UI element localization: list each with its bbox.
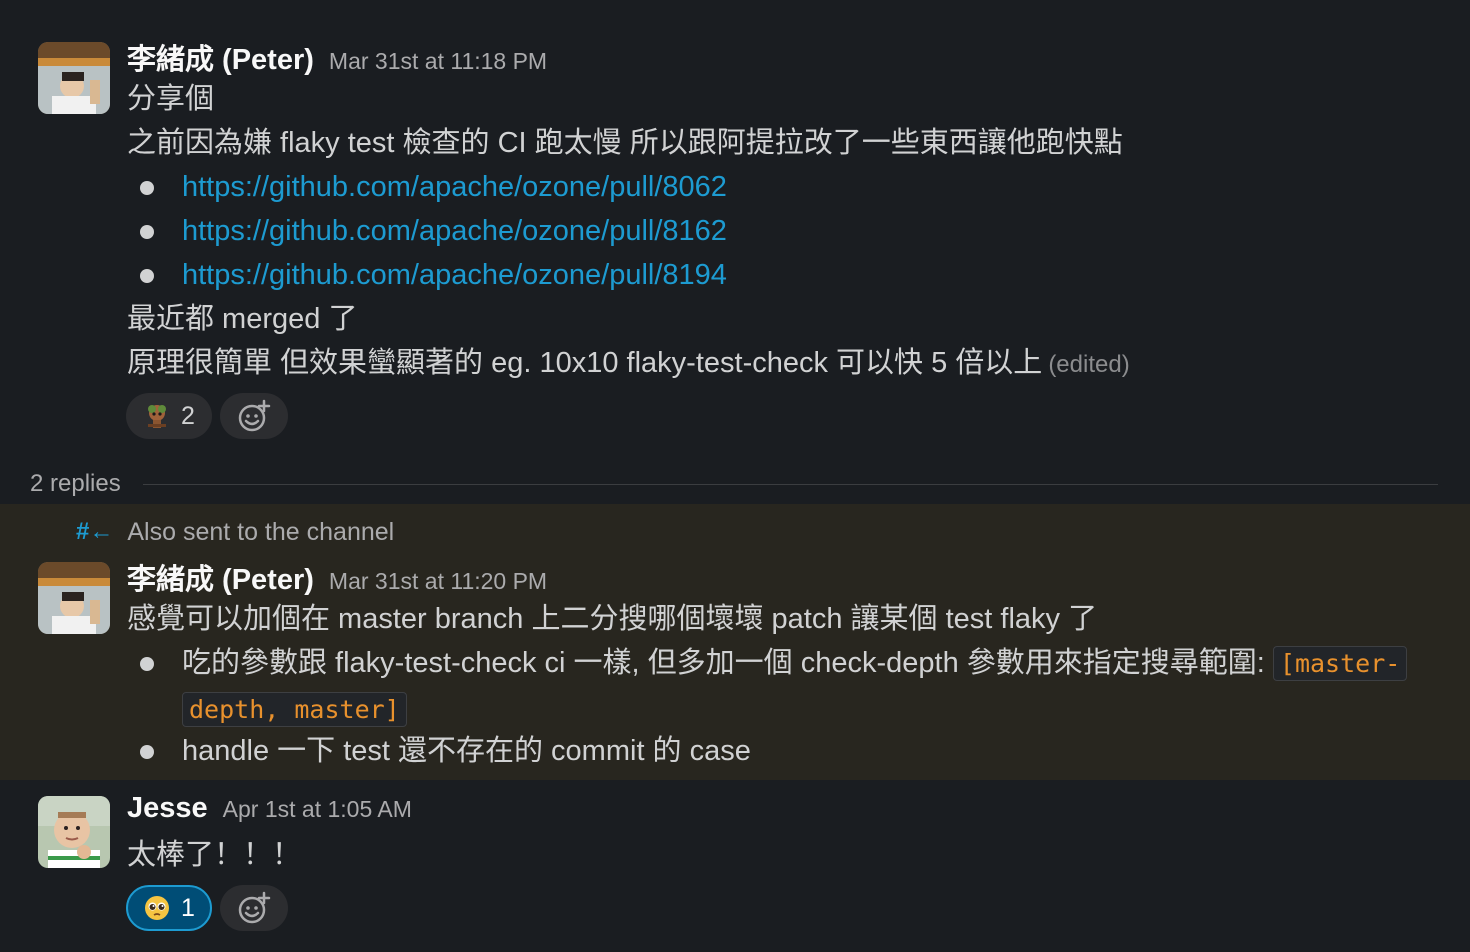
add-reaction-button[interactable] — [220, 393, 288, 439]
list-item-continuation: depth, master] — [182, 687, 407, 731]
list-item: handle 一下 test 還不存在的 commit 的 case — [182, 735, 751, 767]
list-item-text: 吃的參數跟 flaky-test-check ci 一樣, 但多加一個 chec… — [182, 647, 1265, 679]
message-text: 感覺可以加個在 master branch 上二分搜哪個壞壞 patch 讓某個… — [127, 603, 1098, 635]
inline-code: depth, master] — [182, 692, 407, 727]
add-reaction-icon — [238, 399, 271, 432]
add-reaction-icon — [238, 891, 271, 924]
bullet-marker — [140, 745, 154, 759]
list-item: https://github.com/apache/ozone/pull/819… — [182, 253, 727, 297]
message-pane: 李緒成 (Peter) Mar 31st at 11:18 PM 分享個 之前因… — [0, 0, 1470, 952]
message-timestamp[interactable]: Apr 1st at 1:05 AM — [223, 796, 412, 823]
also-sent-label: Also sent to the channel — [127, 517, 395, 546]
also-sent-to-channel[interactable]: #← Also sent to the channel — [76, 512, 394, 552]
inline-code: [master- — [1272, 646, 1408, 681]
message-header: Jesse Apr 1st at 1:05 AM — [127, 792, 412, 832]
message-header: 李緒成 (Peter) Mar 31st at 11:20 PM — [127, 556, 547, 596]
author-name[interactable]: 李緒成 (Peter) — [127, 36, 314, 78]
message-text: 最近都 merged 了 — [127, 303, 358, 335]
reaction-count: 2 — [181, 401, 195, 430]
message-text: 原理很簡單 但效果蠻顯著的 eg. 10x10 flaky-test-check… — [127, 341, 1130, 385]
message-timestamp[interactable]: Mar 31st at 11:18 PM — [329, 48, 547, 75]
divider-line — [142, 483, 1438, 485]
bullet-marker — [140, 657, 154, 671]
bullet-marker — [140, 181, 154, 195]
edited-label: (edited) — [1048, 351, 1130, 378]
message-text: 分享個 — [127, 83, 215, 115]
message-header: 李緒成 (Peter) Mar 31st at 11:18 PM — [127, 36, 547, 76]
add-reaction-button[interactable] — [220, 885, 288, 931]
message-timestamp[interactable]: Mar 31st at 11:20 PM — [329, 568, 547, 595]
channel-share-icon: #← — [76, 518, 114, 545]
avatar[interactable] — [38, 42, 110, 114]
list-item: https://github.com/apache/ozone/pull/816… — [182, 209, 727, 253]
message-text: 太棒了！！！ — [127, 839, 302, 871]
avatar[interactable] — [38, 796, 110, 868]
pleading-face-emoji — [145, 896, 170, 920]
reaction-count: 1 — [181, 893, 195, 922]
list-item: 吃的參數跟 flaky-test-check ci 一樣, 但多加一個 chec… — [182, 641, 1408, 685]
replies-count[interactable]: 2 replies — [30, 470, 121, 498]
avatar[interactable] — [38, 562, 110, 634]
list-item: https://github.com/apache/ozone/pull/806… — [182, 165, 727, 209]
reaction-pill[interactable]: 1 — [126, 885, 212, 931]
pull-request-link[interactable]: https://github.com/apache/ozone/pull/816… — [182, 215, 727, 247]
bullet-marker — [140, 269, 154, 283]
bullet-marker — [140, 225, 154, 239]
message-text: 之前因為嫌 flaky test 檢查的 CI 跑太慢 所以跟阿提拉改了一些東西… — [127, 127, 1123, 159]
pull-request-link[interactable]: https://github.com/apache/ozone/pull/806… — [182, 171, 727, 203]
reaction-pill[interactable]: 2 — [126, 393, 212, 439]
thread-replies-divider: 2 replies — [30, 462, 1438, 506]
author-name[interactable]: Jesse — [127, 792, 208, 825]
pull-request-link[interactable]: https://github.com/apache/ozone/pull/819… — [182, 259, 727, 291]
tree-creature-emoji — [148, 405, 167, 428]
author-name[interactable]: 李緒成 (Peter) — [127, 556, 314, 598]
message-text-content: 原理很簡單 但效果蠻顯著的 eg. 10x10 flaky-test-check… — [127, 347, 1043, 379]
